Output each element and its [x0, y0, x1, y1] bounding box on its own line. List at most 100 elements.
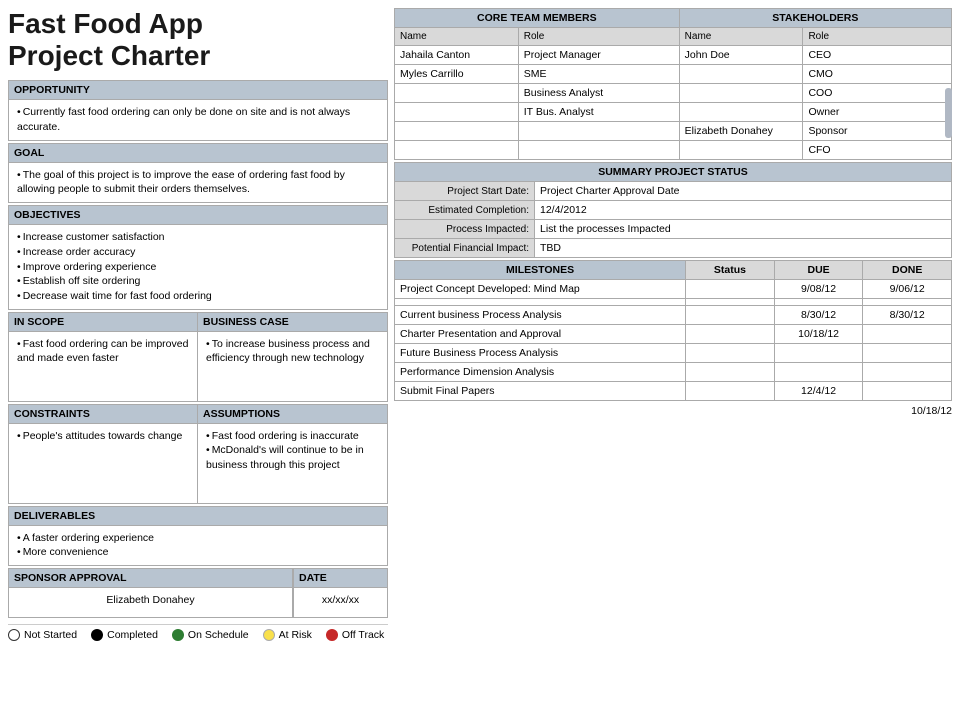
- businesscase-body: To increase business process and efficie…: [198, 332, 388, 402]
- constraints-assumptions-row: CONSTRAINTS People's attitudes towards c…: [8, 404, 388, 504]
- sponsor-section: SPONSOR APPROVAL Elizabeth Donahey: [8, 568, 293, 618]
- not-started-label: Not Started: [24, 629, 77, 641]
- milestones-done-col: DONE: [863, 261, 952, 280]
- deliverables-header: DELIVERABLES: [8, 506, 388, 526]
- milestone-due: 12/4/12: [774, 382, 863, 401]
- milestone-name: [395, 299, 686, 306]
- stakeholder-name: [679, 84, 803, 103]
- summary-label: Project Start Date:: [395, 182, 535, 201]
- right-column: CORE TEAM MEMBERS STAKEHOLDERS Name Role…: [394, 8, 952, 417]
- team-name: [395, 84, 519, 103]
- legend-completed: Completed: [91, 629, 158, 641]
- deliverables-body: A faster ordering experienceMore conveni…: [8, 526, 388, 566]
- core-team-name-col: Name: [395, 28, 519, 46]
- team-role: IT Bus. Analyst: [518, 103, 679, 122]
- milestone-status: [686, 344, 775, 363]
- stakeholder-role: Owner: [803, 103, 952, 122]
- team-role: [518, 122, 679, 141]
- constraints-header: CONSTRAINTS: [8, 404, 198, 424]
- team-role: [518, 141, 679, 160]
- scrollbar[interactable]: [945, 88, 952, 138]
- stakeholders-name-col: Name: [679, 28, 803, 46]
- stakeholder-role: Sponsor: [803, 122, 952, 141]
- milestone-name: Project Concept Developed: Mind Map: [395, 280, 686, 299]
- stakeholder-name: [679, 65, 803, 84]
- date-body: xx/xx/xx: [293, 588, 388, 618]
- milestone-name: Performance Dimension Analysis: [395, 363, 686, 382]
- milestone-status: [686, 363, 775, 382]
- objectives-body: Increase customer satisfactionIncrease o…: [8, 225, 388, 309]
- milestones-table: MILESTONES Status DUE DONE Project Conce…: [394, 260, 952, 401]
- assumptions-header: ASSUMPTIONS: [198, 404, 388, 424]
- team-role: Business Analyst: [518, 84, 679, 103]
- stakeholders-role-col: Role: [803, 28, 952, 46]
- opportunity-header: OPPORTUNITY: [8, 80, 388, 100]
- milestone-name: Submit Final Papers: [395, 382, 686, 401]
- off-track-icon: [326, 629, 338, 641]
- team-role: Project Manager: [518, 46, 679, 65]
- summary-label: Potential Financial Impact:: [395, 239, 535, 258]
- team-role: SME: [518, 65, 679, 84]
- legend-off-track: Off Track: [326, 629, 384, 641]
- summary-header: SUMMARY PROJECT STATUS: [395, 163, 952, 182]
- legend-bar: Not Started Completed On Schedule At Ris…: [8, 624, 388, 641]
- team-name: Jahaila Canton: [395, 46, 519, 65]
- objectives-header: OBJECTIVES: [8, 205, 388, 225]
- assumptions-body: Fast food ordering is inaccurateMcDonald…: [198, 424, 388, 504]
- goal-section: GOAL The goal of this project is to impr…: [8, 143, 388, 203]
- summary-status-table: SUMMARY PROJECT STATUS Project Start Dat…: [394, 162, 952, 258]
- off-track-label: Off Track: [342, 629, 384, 641]
- milestone-done: 8/30/12: [863, 306, 952, 325]
- legend-not-started: Not Started: [8, 629, 77, 641]
- core-team-role-col: Role: [518, 28, 679, 46]
- goal-body: The goal of this project is to improve t…: [8, 163, 388, 203]
- milestone-status: [686, 299, 775, 306]
- completed-icon: [91, 629, 103, 641]
- milestone-status: [686, 280, 775, 299]
- stakeholder-name: [679, 103, 803, 122]
- milestone-status: [686, 325, 775, 344]
- milestone-done: 9/06/12: [863, 280, 952, 299]
- team-name: Myles Carrillo: [395, 65, 519, 84]
- summary-value: List the processes Impacted: [535, 220, 952, 239]
- team-name: [395, 141, 519, 160]
- date-stamp: 10/18/12: [394, 405, 952, 417]
- opportunity-section: OPPORTUNITY Currently fast food ordering…: [8, 80, 388, 140]
- sponsor-date-row: SPONSOR APPROVAL Elizabeth Donahey DATE …: [8, 568, 388, 618]
- stakeholder-role: CEO: [803, 46, 952, 65]
- milestone-done: [863, 363, 952, 382]
- milestone-due: 9/08/12: [774, 280, 863, 299]
- sponsor-body: Elizabeth Donahey: [8, 588, 293, 618]
- core-team-header: CORE TEAM MEMBERS: [395, 9, 680, 28]
- milestone-due: [774, 344, 863, 363]
- assumptions-section: ASSUMPTIONS Fast food ordering is inaccu…: [198, 404, 388, 504]
- milestone-name: Charter Presentation and Approval: [395, 325, 686, 344]
- on-schedule-label: On Schedule: [188, 629, 249, 641]
- milestone-done: [863, 325, 952, 344]
- milestones-due-col: DUE: [774, 261, 863, 280]
- legend-on-schedule: On Schedule: [172, 629, 249, 641]
- milestones-header: MILESTONES: [395, 261, 686, 280]
- milestone-due: [774, 299, 863, 306]
- sponsor-header: SPONSOR APPROVAL: [8, 568, 293, 588]
- milestone-status: [686, 306, 775, 325]
- milestone-status: [686, 382, 775, 401]
- legend-at-risk: At Risk: [263, 629, 312, 641]
- date-section: DATE xx/xx/xx: [293, 568, 388, 618]
- summary-label: Process Impacted:: [395, 220, 535, 239]
- summary-value: TBD: [535, 239, 952, 258]
- left-column: Fast Food App Project Charter OPPORTUNIT…: [8, 8, 388, 712]
- milestone-done: [863, 299, 952, 306]
- milestone-name: Future Business Process Analysis: [395, 344, 686, 363]
- businesscase-header: BUSINESS CASE: [198, 312, 388, 332]
- goal-header: GOAL: [8, 143, 388, 163]
- milestone-due: [774, 363, 863, 382]
- not-started-icon: [8, 629, 20, 641]
- inscope-body: Fast food ordering can be improved and m…: [8, 332, 198, 402]
- team-stakeholders-table: CORE TEAM MEMBERS STAKEHOLDERS Name Role…: [394, 8, 952, 160]
- page: Fast Food App Project Charter OPPORTUNIT…: [0, 0, 960, 720]
- objectives-section: OBJECTIVES Increase customer satisfactio…: [8, 205, 388, 309]
- right-column-wrapper: CORE TEAM MEMBERS STAKEHOLDERS Name Role…: [394, 8, 952, 712]
- businesscase-section: BUSINESS CASE To increase business proce…: [198, 312, 388, 402]
- team-name: [395, 122, 519, 141]
